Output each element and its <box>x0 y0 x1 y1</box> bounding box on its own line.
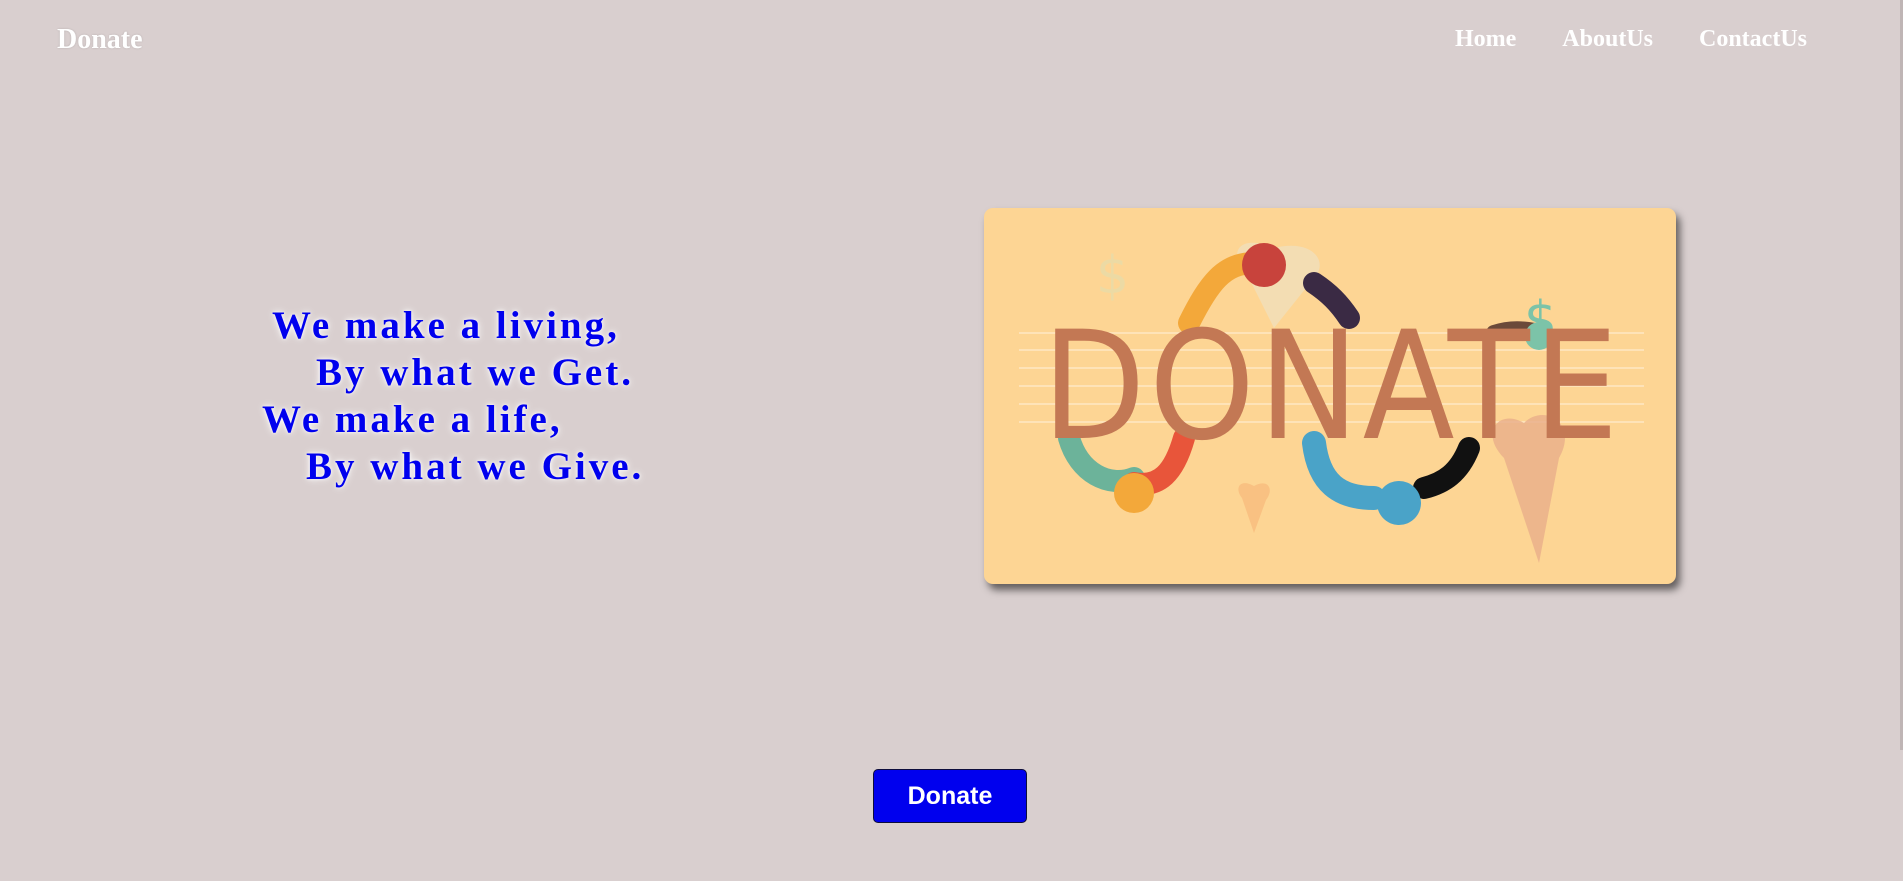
nav-about-us[interactable]: AboutUs <box>1562 26 1653 53</box>
donate-banner-image: $ $ DONATE <box>984 208 1676 584</box>
dollar-icon: $ <box>1096 246 1129 306</box>
banner-word: DONATE <box>1042 300 1622 474</box>
hands-icon <box>1377 481 1421 525</box>
quote-line: By what we Give. <box>306 445 645 488</box>
quote-block: We make a living, By what we Get. We mak… <box>260 302 760 490</box>
nav-contact-us[interactable]: ContactUs <box>1699 26 1807 53</box>
heart-icon <box>1238 483 1270 533</box>
hands-icon <box>1114 473 1154 513</box>
nav-home[interactable]: Home <box>1455 26 1516 53</box>
donate-button[interactable]: Donate <box>873 769 1027 823</box>
donate-illustration: $ $ DONATE <box>1019 242 1644 563</box>
quote-line: By what we Get. <box>316 351 634 394</box>
heart-icon <box>1242 243 1286 287</box>
quote-line: We make a life, <box>262 398 563 441</box>
brand-logo[interactable]: Donate <box>57 24 143 56</box>
top-nav: Home AboutUs ContactUs <box>1455 26 1807 53</box>
quote-line: We make a living, <box>272 304 620 347</box>
